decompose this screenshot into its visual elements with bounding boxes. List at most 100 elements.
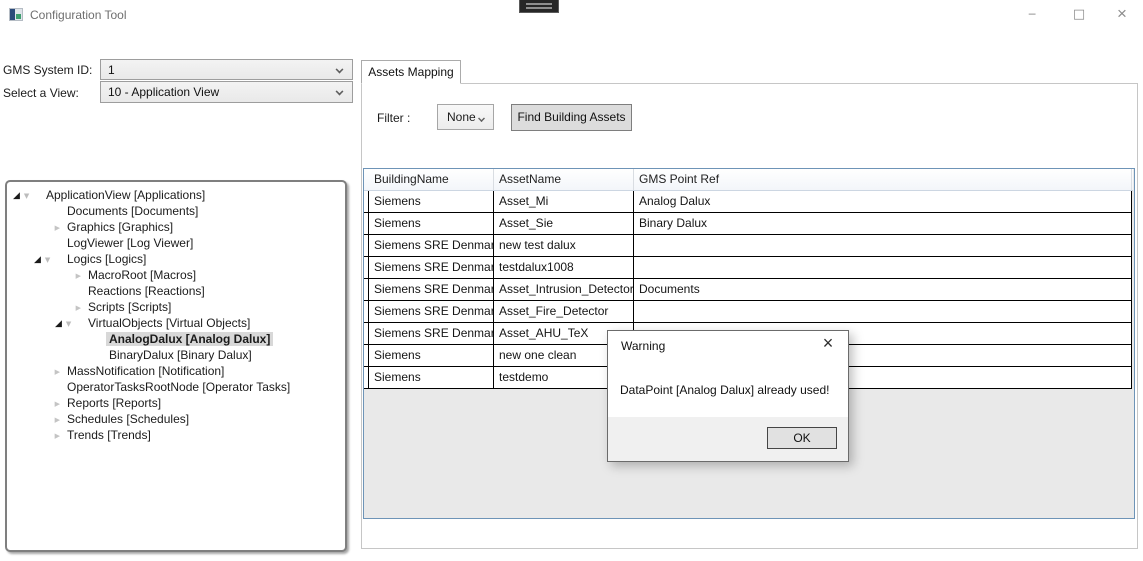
dialog-title: Warning: [621, 339, 665, 353]
table-cell[interactable]: Siemens: [369, 191, 494, 212]
table-cell[interactable]: Siemens SRE Denmark: [369, 257, 494, 278]
filter-select[interactable]: None: [437, 104, 494, 130]
dialog-footer: OK: [608, 417, 848, 461]
table-row[interactable]: Siemens Asset_Sie Binary Dalux: [364, 213, 1132, 235]
tree-node-label: Documents [Documents]: [64, 204, 201, 218]
table-row[interactable]: Siemens SRE Denmark Asset_Fire_Detector: [364, 301, 1132, 323]
expander-collapsed-icon[interactable]: [55, 363, 64, 380]
tree-node-macroroot[interactable]: MacroRoot [Macros]: [7, 267, 345, 283]
gms-system-id-label: GMS System ID:: [3, 63, 92, 77]
minimize-icon[interactable]: [1016, 4, 1048, 24]
screen-grip-handle[interactable]: [519, 0, 559, 13]
node-marker-icon: [41, 251, 50, 268]
table-cell[interactable]: new test dalux: [494, 235, 634, 256]
ok-button[interactable]: OK: [767, 427, 837, 449]
window-title: Configuration Tool: [30, 8, 127, 22]
expander-collapsed-icon[interactable]: [76, 267, 85, 284]
expander-slot: [55, 299, 85, 315]
close-icon[interactable]: [817, 333, 839, 353]
filter-value: None: [447, 110, 476, 124]
tree-node-label: Reactions [Reactions]: [85, 284, 208, 298]
tree-node-label: ApplicationView [Applications]: [43, 188, 208, 202]
expander-collapsed-icon[interactable]: [55, 427, 64, 444]
expander-collapsed-icon[interactable]: [55, 411, 64, 428]
expander-expanded-icon[interactable]: [13, 187, 20, 204]
tree-node-graphics[interactable]: Graphics [Graphics]: [7, 219, 345, 235]
gms-system-id-value: 1: [108, 63, 115, 77]
tree-node-scripts[interactable]: Scripts [Scripts]: [7, 299, 345, 315]
expander-slot: [13, 187, 43, 203]
warning-dialog: Warning DataPoint [Analog Dalux] already…: [607, 330, 849, 462]
table-cell[interactable]: Siemens SRE Denmark: [369, 301, 494, 322]
tree-node-label: Graphics [Graphics]: [64, 220, 176, 234]
tree-node-label: OperatorTasksRootNode [Operator Tasks]: [64, 380, 293, 394]
column-header-gms-point-ref[interactable]: GMS Point Ref: [634, 169, 1132, 190]
tree-node-massnotification[interactable]: MassNotification [Notification]: [7, 363, 345, 379]
tree-node-logics[interactable]: Logics [Logics]: [7, 251, 345, 267]
tree-node-label: VirtualObjects [Virtual Objects]: [85, 316, 253, 330]
table-cell[interactable]: Asset_Sie: [494, 213, 634, 234]
expander-expanded-icon[interactable]: [55, 315, 62, 332]
table-row[interactable]: Siemens SRE Denmark Asset_Intrusion_Dete…: [364, 279, 1132, 301]
table-cell[interactable]: [634, 257, 1132, 278]
tree-node-label: AnalogDalux [Analog Dalux]: [106, 332, 273, 346]
tree-node-label: Scripts [Scripts]: [85, 300, 174, 314]
table-cell[interactable]: testdalux1008: [494, 257, 634, 278]
expander-slot: [76, 331, 106, 347]
tree-node-analogdalux-selected[interactable]: AnalogDalux [Analog Dalux]: [7, 331, 345, 347]
table-cell[interactable]: Documents: [634, 279, 1132, 300]
tree-node-binarydalux[interactable]: BinaryDalux [Binary Dalux]: [7, 347, 345, 363]
table-cell[interactable]: Siemens SRE Denmark: [369, 235, 494, 256]
expander-slot: [55, 283, 85, 299]
select-view-select[interactable]: 10 - Application View: [100, 81, 353, 103]
tree-node-reports[interactable]: Reports [Reports]: [7, 395, 345, 411]
column-header-assetname[interactable]: AssetName: [494, 169, 634, 190]
table-row[interactable]: Siemens SRE Denmark new test dalux: [364, 235, 1132, 257]
expander-expanded-icon[interactable]: [34, 251, 41, 268]
expander-collapsed-icon[interactable]: [55, 219, 64, 236]
column-header-buildingname[interactable]: BuildingName: [369, 169, 494, 190]
tree-node-reactions[interactable]: Reactions [Reactions]: [7, 283, 345, 299]
expander-collapsed-icon[interactable]: [76, 299, 85, 316]
tree-node-documents[interactable]: Documents [Documents]: [7, 203, 345, 219]
table-cell[interactable]: Siemens: [369, 367, 494, 388]
tree-node-label: Schedules [Schedules]: [64, 412, 192, 426]
table-cell[interactable]: Asset_Fire_Detector: [494, 301, 634, 322]
tab-assets-mapping[interactable]: Assets Mapping: [361, 60, 461, 84]
app-icon-blue-pane: [10, 9, 15, 20]
app-icon: [9, 8, 23, 21]
table-cell[interactable]: [634, 301, 1132, 322]
table-cell[interactable]: Siemens: [369, 213, 494, 234]
node-marker-icon: [62, 315, 71, 332]
expander-slot: [34, 395, 64, 411]
table-cell[interactable]: Asset_Intrusion_Detector: [494, 279, 634, 300]
table-cell[interactable]: Siemens SRE Denmark: [369, 323, 494, 344]
node-marker-icon: [20, 187, 29, 204]
tree-node-logviewer[interactable]: LogViewer [Log Viewer]: [7, 235, 345, 251]
tree-node-trends[interactable]: Trends [Trends]: [7, 427, 345, 443]
table-cell[interactable]: [634, 235, 1132, 256]
table-cell[interactable]: Analog Dalux: [634, 191, 1132, 212]
table-row[interactable]: Siemens Asset_Mi Analog Dalux: [364, 191, 1132, 213]
maximize-icon[interactable]: [1063, 4, 1095, 24]
app-window: { "window": { "title": "Configuration To…: [0, 0, 1143, 561]
find-building-assets-button[interactable]: Find Building Assets: [511, 104, 632, 131]
table-cell[interactable]: Asset_Mi: [494, 191, 634, 212]
tree-node-label: Reports [Reports]: [64, 396, 164, 410]
tree-node-operatortasks[interactable]: OperatorTasksRootNode [Operator Tasks]: [7, 379, 345, 395]
gms-system-id-select[interactable]: 1: [100, 59, 353, 80]
tree-node-virtualobjects[interactable]: VirtualObjects [Virtual Objects]: [7, 315, 345, 331]
tree-node-schedules[interactable]: Schedules [Schedules]: [7, 411, 345, 427]
tree-node-applicationview[interactable]: ApplicationView [Applications]: [7, 187, 345, 203]
table-row[interactable]: Siemens SRE Denmark testdalux1008: [364, 257, 1132, 279]
expander-slot: [34, 251, 64, 267]
filter-label: Filter :: [377, 111, 410, 125]
close-icon[interactable]: [1106, 4, 1138, 24]
table-cell[interactable]: Binary Dalux: [634, 213, 1132, 234]
tree-node-label: MacroRoot [Macros]: [85, 268, 199, 282]
table-cell[interactable]: Siemens: [369, 345, 494, 366]
expander-collapsed-icon[interactable]: [55, 395, 64, 412]
expander-slot: [76, 347, 106, 363]
tree-node-label: LogViewer [Log Viewer]: [64, 236, 196, 250]
table-cell[interactable]: Siemens SRE Denmark: [369, 279, 494, 300]
